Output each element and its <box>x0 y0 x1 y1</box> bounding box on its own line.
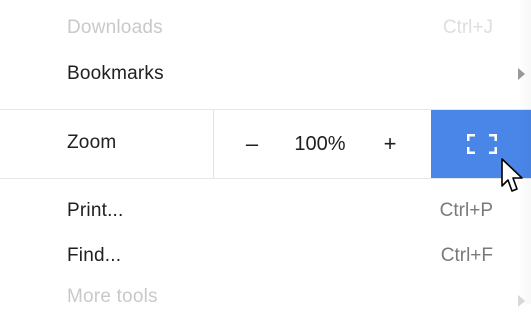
downloads-label: Downloads <box>67 17 163 38</box>
zoom-out-button[interactable]: – <box>232 110 272 178</box>
downloads-shortcut: Ctrl+J <box>442 17 493 38</box>
menu-item-downloads[interactable]: Downloads Ctrl+J <box>0 5 531 51</box>
zoom-level: 100% <box>294 132 346 155</box>
print-shortcut: Ctrl+P <box>439 200 493 221</box>
menu-item-bookmarks[interactable]: Bookmarks <box>0 51 531 97</box>
find-label: Find... <box>67 245 122 266</box>
menu-item-print[interactable]: Print... Ctrl+P <box>0 188 531 234</box>
zoom-separator <box>213 110 214 178</box>
menu-divider <box>0 178 531 179</box>
zoom-in-button[interactable]: + <box>370 110 410 178</box>
bookmarks-label: Bookmarks <box>67 63 164 84</box>
print-label: Print... <box>67 200 124 221</box>
fullscreen-icon <box>467 134 497 154</box>
find-shortcut: Ctrl+F <box>440 245 493 266</box>
menu-edge <box>518 0 531 304</box>
menu-item-more-tools[interactable]: More tools <box>0 278 531 324</box>
menu-item-find[interactable]: Find... Ctrl+F <box>0 233 531 279</box>
more-tools-label: More tools <box>67 286 158 307</box>
zoom-label: Zoom <box>67 132 117 153</box>
chrome-menu: Downloads Ctrl+J Bookmarks Zoom – 100% +… <box>0 0 531 307</box>
